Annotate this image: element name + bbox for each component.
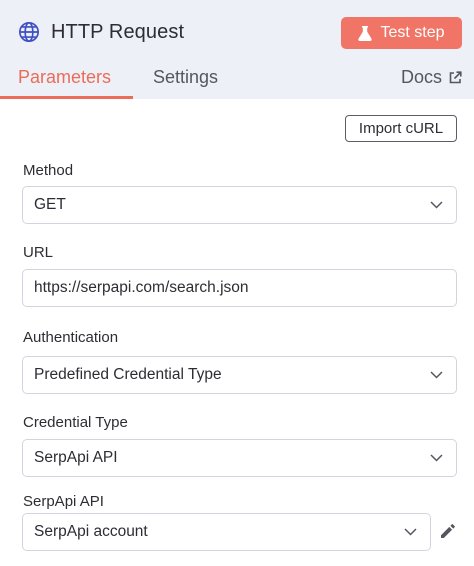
test-step-button[interactable]: Test step [341,17,462,49]
import-curl-button[interactable]: Import cURL [345,115,457,142]
docs-label: Docs [400,67,442,87]
active-tab-indicator [0,96,133,99]
url-input[interactable]: https://serpapi.com/search.json [22,269,457,307]
page-title: HTTP Request [51,20,185,43]
method-select[interactable]: GET [22,186,457,224]
serpapi-account-value: SerpApi account [34,523,148,540]
chevron-down-icon [430,201,443,209]
globe-icon [19,22,39,42]
chevron-down-icon [404,528,417,536]
serpapi-api-label: SerpApi API [23,493,104,510]
credential-type-label: Credential Type [23,414,128,431]
credential-type-value: SerpApi API [34,449,118,466]
credential-type-select[interactable]: SerpApi API [22,439,457,477]
node-header: HTTP Request Test step Parameters Settin… [0,0,474,99]
authentication-select[interactable]: Predefined Credential Type [22,356,457,394]
method-label: Method [23,162,74,179]
chevron-down-icon [430,454,443,462]
pencil-icon[interactable] [439,522,457,540]
chevron-down-icon [430,371,443,379]
serpapi-account-select[interactable]: SerpApi account [22,513,431,551]
docs-link[interactable]: Docs [401,67,462,88]
title-row: HTTP Request [18,16,184,48]
authentication-value: Predefined Credential Type [34,366,222,383]
url-value: https://serpapi.com/search.json [34,279,249,296]
external-link-icon [449,71,462,84]
authentication-label: Authentication [23,329,119,346]
tab-parameters[interactable]: Parameters [18,67,111,88]
method-value: GET [34,196,66,213]
test-step-label: Test step [380,24,445,41]
tab-settings[interactable]: Settings [153,67,218,88]
flask-icon [358,25,373,41]
url-label: URL [23,244,54,261]
